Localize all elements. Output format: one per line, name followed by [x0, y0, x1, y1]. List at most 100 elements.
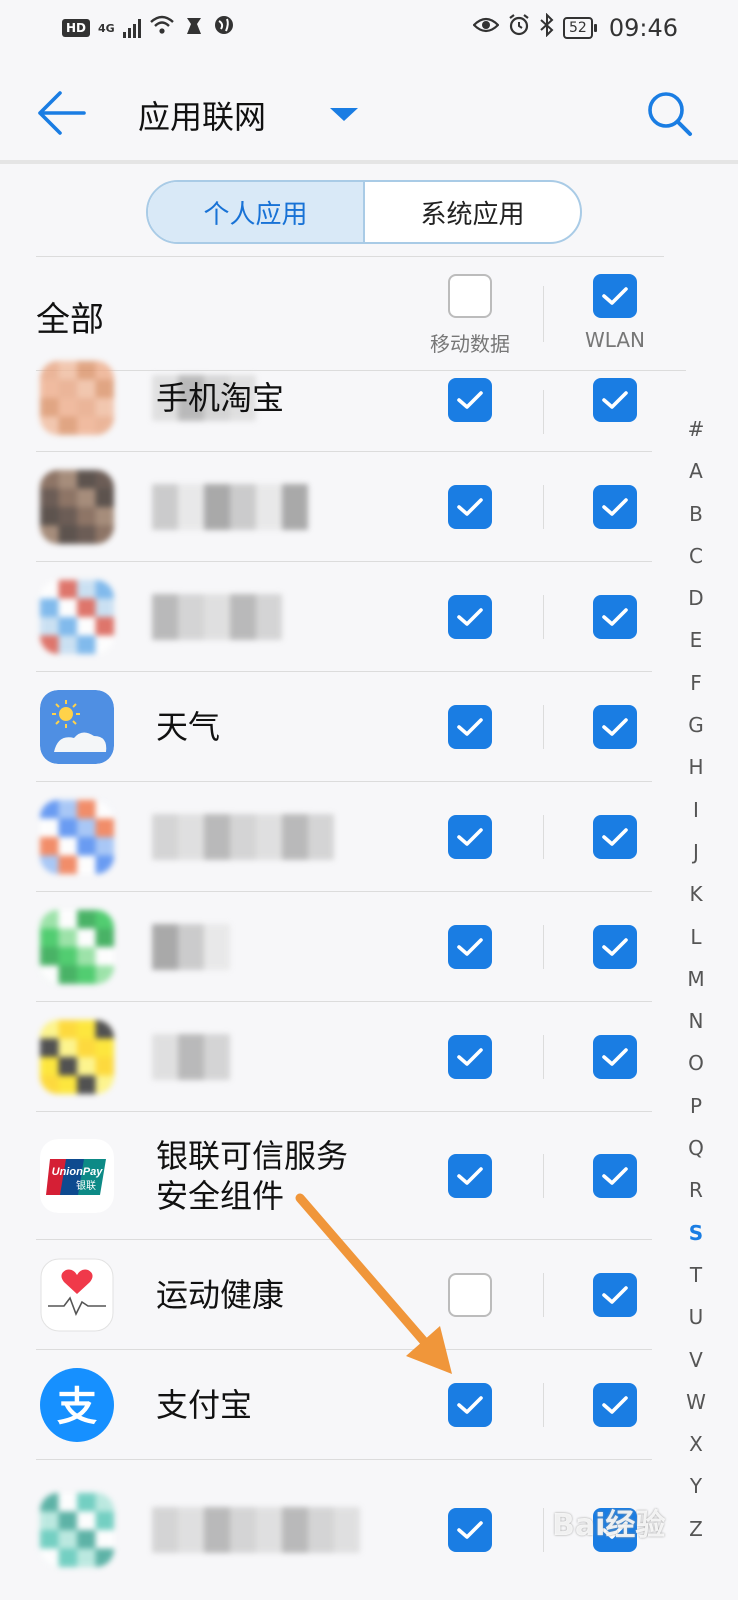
- check-icon: [457, 1396, 483, 1414]
- alphabet-letter[interactable]: B: [684, 493, 708, 535]
- alphabet-letter[interactable]: F: [684, 662, 708, 704]
- mobile-data-checkbox[interactable]: [448, 1273, 492, 1317]
- wlan-checkbox[interactable]: [593, 705, 637, 749]
- search-icon: [648, 92, 692, 136]
- check-icon: [457, 1048, 483, 1066]
- mobile-data-checkbox[interactable]: [448, 378, 492, 422]
- app-icon: [40, 1258, 114, 1332]
- redacted-app-name: [152, 484, 308, 530]
- wlan-checkbox[interactable]: [593, 1035, 637, 1079]
- wlan-checkbox[interactable]: [593, 378, 637, 422]
- app-icon: [40, 1020, 114, 1094]
- wlan-checkbox[interactable]: [593, 1273, 637, 1317]
- app-row: 天气: [0, 672, 700, 782]
- alphabet-letter[interactable]: U: [684, 1296, 708, 1338]
- wlan-checkbox[interactable]: [593, 1383, 637, 1427]
- alphabet-letter[interactable]: O: [684, 1042, 708, 1084]
- alphabet-letter[interactable]: L: [684, 916, 708, 958]
- mobile-data-checkbox[interactable]: [448, 1154, 492, 1198]
- app-icon: [40, 690, 114, 764]
- tab-personal-apps[interactable]: 个人应用: [148, 182, 365, 242]
- caret-down-icon: [330, 108, 358, 121]
- alphabet-letter[interactable]: W: [684, 1381, 708, 1423]
- wlan-checkbox[interactable]: [593, 1154, 637, 1198]
- alphabet-letter[interactable]: C: [684, 535, 708, 577]
- divider: [36, 370, 686, 371]
- back-button[interactable]: [36, 88, 92, 138]
- redacted-app-name: [152, 1034, 230, 1080]
- alphabet-letter[interactable]: J: [684, 831, 708, 873]
- battery-icon: 52: [563, 17, 597, 39]
- tab-system-apps[interactable]: 系统应用: [365, 182, 580, 242]
- app-row: 运动健康: [0, 1240, 700, 1350]
- svg-text:银联: 银联: [76, 1179, 96, 1192]
- alphabet-letter[interactable]: V: [684, 1339, 708, 1381]
- redacted-app-name: [152, 924, 230, 970]
- alphabet-letter[interactable]: P: [684, 1085, 708, 1127]
- mobile-data-checkbox[interactable]: [448, 485, 492, 529]
- watermark: Bai经验: [552, 1508, 666, 1543]
- notification-icon: [183, 14, 205, 42]
- app-name: 运动健康: [156, 1276, 285, 1314]
- app-row: 支 支付宝: [0, 1350, 700, 1460]
- alphabet-letter[interactable]: #: [684, 408, 708, 450]
- app-row: 手机淘宝: [0, 361, 700, 452]
- alarm-icon: [507, 13, 531, 43]
- mobile-data-checkbox[interactable]: [448, 1383, 492, 1427]
- search-button[interactable]: [642, 86, 698, 142]
- check-icon: [602, 1167, 628, 1185]
- status-time: 09:46: [608, 14, 678, 42]
- mobile-data-label: 移动数据: [430, 332, 510, 356]
- app-name: 支付宝: [156, 1386, 253, 1424]
- all-mobile-checkbox[interactable]: [448, 274, 492, 318]
- all-wlan-checkbox[interactable]: [593, 274, 637, 318]
- mobile-data-checkbox[interactable]: [448, 1508, 492, 1552]
- check-icon: [602, 1048, 628, 1066]
- column-separator: [543, 1273, 544, 1317]
- check-icon: [457, 498, 483, 516]
- mobile-data-checkbox[interactable]: [448, 705, 492, 749]
- redacted-app-name: [152, 594, 282, 640]
- mobile-data-checkbox[interactable]: [448, 925, 492, 969]
- alphabet-letter[interactable]: G: [684, 704, 708, 746]
- wlan-label: WLAN: [584, 328, 646, 352]
- alphabet-letter[interactable]: Z: [684, 1508, 708, 1550]
- alphabet-index[interactable]: # A B C D E F G H I J K L M N O P Q R S T U V W X Y Z: [684, 408, 708, 1550]
- wlan-checkbox[interactable]: [593, 925, 637, 969]
- alphabet-letter[interactable]: N: [684, 1000, 708, 1042]
- alphabet-letter[interactable]: Y: [684, 1465, 708, 1507]
- eye-icon: [472, 15, 500, 41]
- header-divider: [0, 160, 738, 164]
- app-icon: [40, 470, 114, 544]
- app-name: 天气: [156, 708, 221, 746]
- mobile-data-checkbox[interactable]: [448, 1035, 492, 1079]
- check-icon: [457, 718, 483, 736]
- alphabet-letter[interactable]: R: [684, 1169, 708, 1211]
- alphabet-letter[interactable]: H: [684, 746, 708, 788]
- signal-icon: [122, 18, 141, 38]
- check-icon: [602, 287, 628, 305]
- app-type-tabs: 个人应用 系统应用: [146, 180, 582, 244]
- mobile-data-checkbox[interactable]: [448, 595, 492, 639]
- app-icon: [40, 361, 114, 435]
- alphabet-letter[interactable]: M: [684, 958, 708, 1000]
- title-dropdown[interactable]: [324, 104, 364, 124]
- alphabet-letter[interactable]: A: [684, 450, 708, 492]
- alphabet-letter[interactable]: D: [684, 577, 708, 619]
- divider: [36, 256, 664, 257]
- alphabet-letter[interactable]: E: [684, 619, 708, 661]
- alphabet-letter[interactable]: S: [684, 1212, 708, 1254]
- title-bar: 应用联网: [0, 70, 738, 156]
- alphabet-letter[interactable]: I: [684, 789, 708, 831]
- wlan-checkbox[interactable]: [593, 485, 637, 529]
- mobile-data-checkbox[interactable]: [448, 815, 492, 859]
- check-icon: [457, 938, 483, 956]
- network-type: 4G: [98, 21, 115, 35]
- column-separator: [543, 390, 544, 434]
- wlan-checkbox[interactable]: [593, 595, 637, 639]
- alphabet-letter[interactable]: X: [684, 1423, 708, 1465]
- alphabet-letter[interactable]: K: [684, 873, 708, 915]
- alphabet-letter[interactable]: T: [684, 1254, 708, 1296]
- wlan-checkbox[interactable]: [593, 815, 637, 859]
- alphabet-letter[interactable]: Q: [684, 1127, 708, 1169]
